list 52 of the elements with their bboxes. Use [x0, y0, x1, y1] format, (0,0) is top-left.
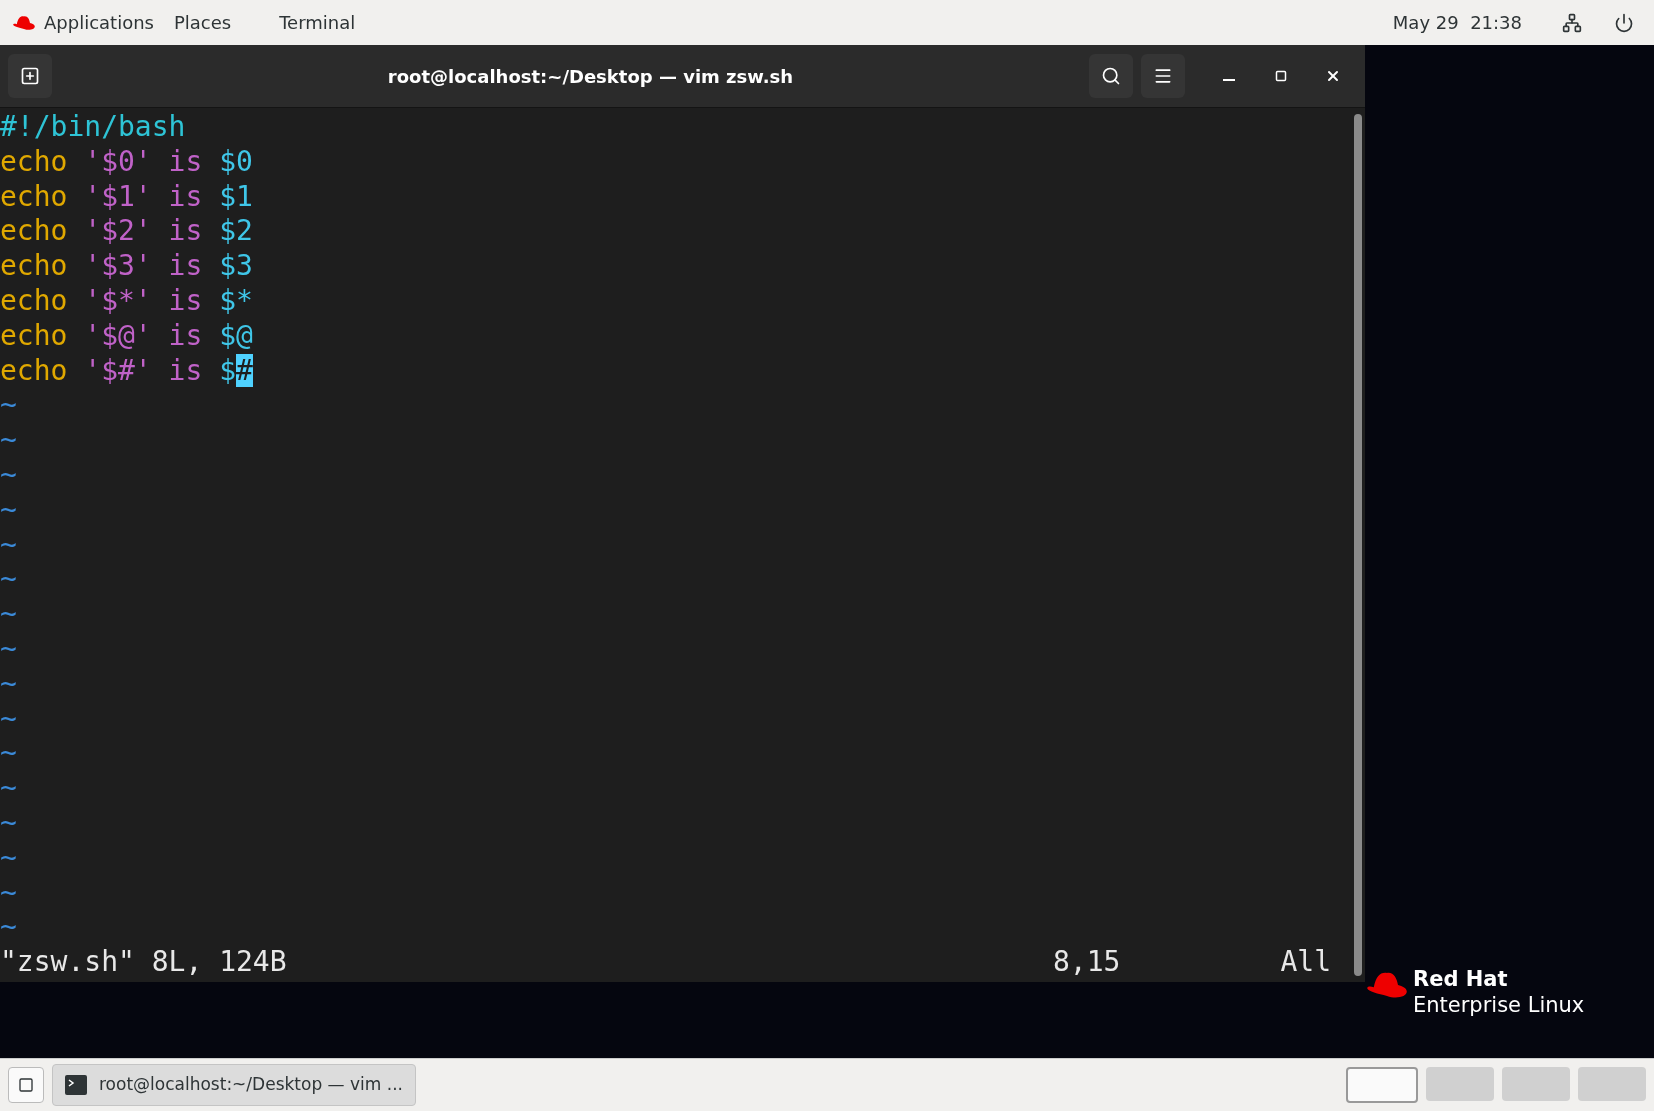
window-icon: [18, 1077, 34, 1093]
empty-line-marker: ~: [0, 597, 17, 633]
clock[interactable]: May 29 21:38: [1392, 9, 1522, 36]
plus-icon: [20, 66, 40, 87]
workspace-thumbnail[interactable]: [1578, 1067, 1646, 1101]
empty-line-marker: ~: [0, 736, 17, 772]
empty-line-marker: ~: [0, 632, 17, 667]
window-title: root@localhost:~/Desktop — vim zsw.sh: [386, 64, 795, 89]
scroll-position: All: [1280, 945, 1331, 980]
search-icon: [1101, 66, 1121, 87]
workspace-thumbnail[interactable]: [1502, 1067, 1570, 1101]
terminal-icon: [65, 1075, 87, 1095]
empty-line-marker: ~: [0, 388, 17, 424]
power-icon[interactable]: [1614, 12, 1634, 33]
maximize-icon: [1275, 70, 1287, 83]
workspace-thumbnail[interactable]: [1346, 1067, 1418, 1103]
empty-line-marker: ~: [0, 701, 17, 737]
show-desktop-button[interactable]: [8, 1067, 44, 1103]
network-icon[interactable]: [1562, 12, 1582, 33]
cursor-position: 8,15: [1053, 945, 1121, 980]
menu-item[interactable]: Applications: [44, 9, 154, 36]
hat-icon: [12, 13, 36, 32]
empty-line-marker: ~: [0, 910, 17, 946]
new-tab-button[interactable]: [8, 54, 52, 99]
code-line: echo '$@' is $@: [0, 318, 254, 354]
empty-line-marker: ~: [0, 527, 17, 563]
menu-item[interactable]: Places: [173, 9, 232, 36]
empty-line-marker: ~: [0, 492, 17, 528]
workspace-thumbnail[interactable]: [1426, 1067, 1494, 1101]
empty-line-marker: ~: [0, 423, 17, 459]
empty-line-marker: ~: [0, 875, 17, 911]
brand-subtitle: Enterprise Linux: [1413, 992, 1585, 1018]
menu-button[interactable]: [1141, 54, 1185, 99]
code-line: echo '$0' is $0: [0, 144, 254, 180]
code-line: echo '$3' is $3: [0, 249, 254, 285]
file-info: "zsw.sh" 8L, 124B: [0, 945, 287, 980]
empty-line-marker: ~: [0, 562, 17, 598]
brand-name: Red Hat: [1413, 966, 1509, 992]
scrollbar-thumb[interactable]: [1354, 114, 1362, 976]
empty-line-marker: ~: [0, 458, 17, 493]
code-line: echo '$2' is $2: [0, 214, 254, 250]
minimize-icon: [1223, 79, 1235, 82]
menu-item[interactable]: Terminal: [279, 9, 356, 36]
empty-line-marker: ~: [0, 666, 17, 702]
code-line: #!/bin/bash: [0, 110, 187, 145]
empty-line-marker: ~: [0, 806, 17, 841]
code-line: echo '$1' is $1: [0, 179, 254, 215]
taskbar-window-button[interactable]: root@localhost:~/Desktop — vim ...: [52, 1064, 416, 1106]
search-button[interactable]: [1089, 54, 1133, 99]
empty-line-marker: ~: [0, 771, 17, 806]
code-line: echo '$*' is $*: [0, 284, 254, 319]
empty-line-marker: ~: [0, 840, 17, 876]
